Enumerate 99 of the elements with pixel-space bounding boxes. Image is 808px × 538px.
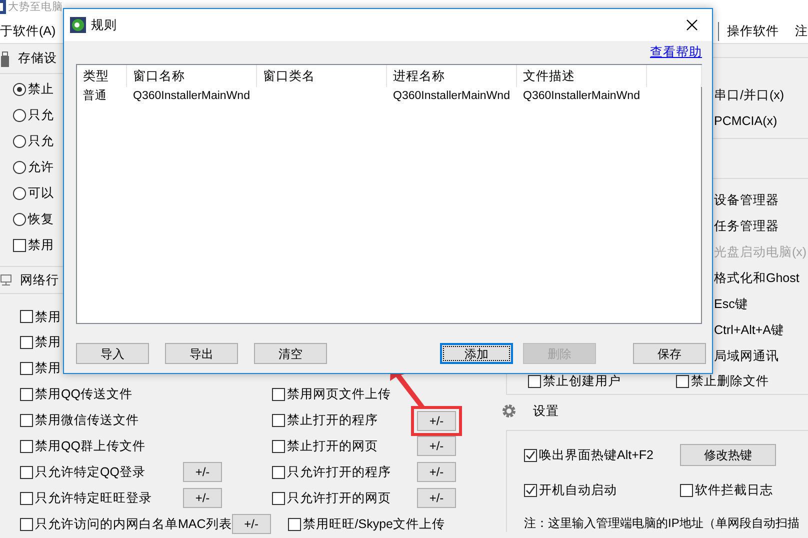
dialog-title: 规则 [91,16,117,34]
option-label: 任务管理器 [714,218,779,235]
table-cell: Q360InstallerMainWnd [393,90,510,102]
checkbox[interactable] [288,518,301,531]
column-header[interactable]: 窗口名称 [127,65,257,87]
option-label: Ctrl+Alt+A键 [714,322,784,339]
column-header[interactable]: 文件描述 [517,65,647,87]
checkbox-label: 软件拦截日志 [695,482,773,499]
window-title: 大势至电脑 [8,0,63,14]
dialog-button[interactable]: 导入 [76,343,149,364]
radio-button[interactable] [13,108,26,122]
checkbox[interactable] [20,466,33,479]
plus-minus-button[interactable]: +/- [417,462,456,482]
checkbox-label: 禁止创建用户 [543,373,621,390]
plus-minus-button[interactable]: +/- [183,462,222,482]
checkbox[interactable] [272,492,285,505]
radio-button[interactable] [13,134,26,148]
checkbox[interactable] [20,414,33,427]
radio-button[interactable] [13,160,26,174]
checkbox-label: 允许 [28,158,54,176]
checkbox-label: 只允许打开的网页 [287,490,391,507]
checkbox-label: 禁用QQ传送文件 [35,386,132,404]
column-header[interactable]: 窗口类名 [257,65,387,87]
checkbox-label: 禁用网页文件上传 [287,386,391,404]
checkbox[interactable] [676,375,689,388]
checkbox-label: 恢复 [28,210,54,228]
checkbox[interactable] [524,448,537,462]
checkbox-label: 只允 [28,132,54,150]
table-cell: Q360InstallerMainWnd [133,90,250,102]
checkbox-label: 禁用 [35,308,61,326]
menu-item[interactable]: 于软件(A) [0,22,56,41]
help-link[interactable]: 查看帮助 [650,43,702,64]
checkbox-label: 唤出界面热键Alt+F2 [539,446,654,464]
checkbox[interactable] [13,238,26,252]
checkbox-label: 禁止 [28,80,54,98]
column-header[interactable]: 类型 [77,65,127,87]
radio-button[interactable] [13,186,26,200]
plus-minus-button[interactable]: +/- [417,488,456,508]
checkbox-label: 只允许打开的程序 [287,464,391,481]
checkbox-label: 禁止打开的程序 [287,412,378,430]
checkbox-label: 可以 [28,184,54,202]
option-label: 格式化和Ghost [714,270,800,287]
settings-icon [501,403,517,420]
plus-minus-button[interactable]: +/- [183,488,222,508]
checkbox[interactable] [20,388,33,402]
checkbox[interactable] [680,484,693,496]
usb-drive-icon [0,50,10,67]
checkbox[interactable] [20,310,33,324]
network-icon [0,274,12,286]
app-icon [70,17,86,34]
section-title: 存储设 [18,50,57,68]
checkbox[interactable] [524,484,537,496]
checkbox-label: 禁止打开的网页 [287,438,378,456]
dialog-button[interactable]: 导出 [165,343,238,364]
plus-minus-button[interactable]: +/- [232,514,271,534]
checkbox[interactable] [272,466,285,479]
dialog-button[interactable]: 保存 [633,343,706,364]
checkbox[interactable] [20,362,33,376]
checkbox-label: 禁用 [28,236,54,254]
checkbox[interactable] [20,440,33,453]
checkbox[interactable] [20,518,33,531]
close-icon[interactable] [686,19,698,32]
section-title: 网络行 [20,272,59,289]
radio-button[interactable] [13,82,26,96]
checkbox-label: 禁用旺旺/Skype文件上传 [302,516,445,533]
checkbox-label: 禁用QQ群上传文件 [35,438,146,456]
checkbox[interactable] [272,388,285,402]
checkbox[interactable] [20,336,33,350]
option-label: 局域网通讯 [714,348,779,365]
option-label: 设备管理器 [714,192,779,209]
checkbox-label: 只允许特定旺旺登录 [35,490,152,507]
checkbox[interactable] [20,492,33,505]
dialog-button[interactable]: 添加 [440,343,513,364]
option-label: PCMCIA(x) [714,112,778,130]
radio-button[interactable] [13,212,26,226]
plus-minus-button[interactable]: +/- [417,410,456,430]
checkbox-label: 禁用微信传送文件 [35,412,139,430]
checkbox-label: 禁止删除文件 [691,373,769,390]
section-title: 设置 [533,402,559,420]
checkbox-label: 只允许访问的内网白名单MAC列表 [35,516,232,533]
change-hotkey-button[interactable]: 修改热键 [680,444,776,466]
dialog-button[interactable]: 清空 [254,343,327,364]
menu-item[interactable]: 注 [787,22,808,41]
checkbox-label: 只允许特定QQ登录 [35,464,146,481]
checkbox[interactable] [528,375,541,388]
checkbox-label: 禁用 [35,334,61,352]
option-label: Esc键 [714,296,748,313]
checkbox-label: 禁用 [35,360,61,378]
note-text: 注：这里输入管理端电脑的IP地址（单网段自动扫描 [524,516,800,530]
option-label: 串口/并口(x) [714,86,784,104]
checkbox[interactable] [272,414,285,427]
table-cell: Q360InstallerMainWnd [523,90,640,102]
column-header[interactable]: 进程名称 [387,65,517,87]
checkbox-label: 开机自动启动 [539,482,617,499]
checkbox-label: 只允 [28,106,54,124]
checkbox[interactable] [272,440,285,453]
table-cell: 普通 [83,90,107,102]
option-label: 光盘启动电脑(x) [714,244,807,261]
plus-minus-button[interactable]: +/- [417,436,456,456]
